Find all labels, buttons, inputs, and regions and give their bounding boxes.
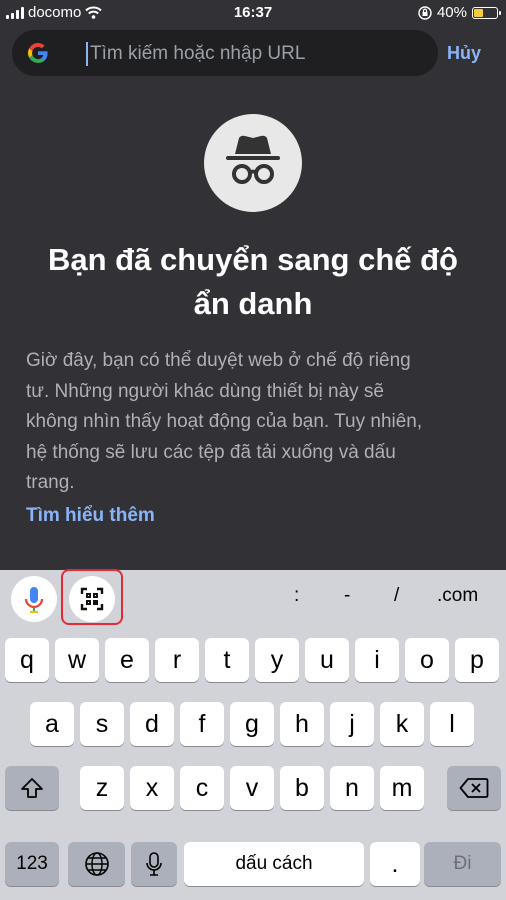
key-e[interactable]: e: [105, 638, 149, 682]
suggestion-colon[interactable]: :: [294, 585, 299, 607]
description-line: hệ thống sẽ lưu các tệp đã tải xuống và …: [26, 441, 396, 463]
key-i[interactable]: i: [355, 638, 399, 682]
search-input[interactable]: Tìm kiếm hoặc nhập URL: [90, 43, 305, 65]
key-u[interactable]: u: [305, 638, 349, 682]
battery-info: 40%: [418, 4, 501, 21]
key-x[interactable]: x: [130, 766, 174, 810]
google-logo-icon: [28, 42, 48, 64]
key-l[interactable]: l: [430, 702, 474, 746]
status-bar: docomo 16:37 40%: [0, 0, 506, 26]
suggestion-slash[interactable]: /: [394, 585, 399, 607]
description-line: tư. Những người khác dùng thiết bị này s…: [26, 380, 384, 402]
key-d[interactable]: d: [130, 702, 174, 746]
key-w[interactable]: w: [55, 638, 99, 682]
learn-more-link[interactable]: Tìm hiểu thêm: [26, 505, 155, 527]
shift-icon: [21, 778, 43, 798]
incognito-icon: [204, 114, 302, 212]
globe-key[interactable]: [68, 842, 125, 886]
globe-icon: [84, 852, 109, 876]
description-line: trang.: [26, 472, 75, 493]
shift-key[interactable]: [5, 766, 59, 810]
keyboard: : - / .com q w e r t y u i o p a s d f g…: [0, 569, 506, 900]
key-g[interactable]: g: [230, 702, 274, 746]
backspace-icon: [459, 778, 489, 798]
key-c[interactable]: c: [180, 766, 224, 810]
key-v[interactable]: v: [230, 766, 274, 810]
dictation-key[interactable]: [131, 842, 177, 886]
key-r[interactable]: r: [155, 638, 199, 682]
mic-icon: [24, 587, 44, 614]
qr-code-icon: [80, 587, 104, 611]
numbers-key[interactable]: 123: [5, 842, 59, 886]
qr-scanner-button[interactable]: [69, 576, 115, 622]
key-s[interactable]: s: [80, 702, 124, 746]
period-key[interactable]: .: [370, 842, 420, 886]
keyboard-accessory-bar: : - / .com: [0, 569, 506, 626]
text-cursor: [86, 42, 88, 66]
suggestion-dash[interactable]: -: [344, 585, 350, 607]
go-key[interactable]: Đi: [424, 842, 501, 886]
key-k[interactable]: k: [380, 702, 424, 746]
key-b[interactable]: b: [280, 766, 324, 810]
key-q[interactable]: q: [5, 638, 49, 682]
incognito-title: Bạn đã chuyển sang chế độ ẩn danh: [0, 238, 506, 326]
space-key[interactable]: dấu cách: [184, 842, 364, 886]
key-h[interactable]: h: [280, 702, 324, 746]
title-line: ẩn danh: [193, 286, 313, 321]
description-line: Giờ đây, bạn có thể duyệt web ở chế độ r…: [26, 350, 411, 371]
suggestion-dotcom[interactable]: .com: [437, 585, 478, 607]
key-j[interactable]: j: [330, 702, 374, 746]
key-m[interactable]: m: [380, 766, 424, 810]
key-a[interactable]: a: [30, 702, 74, 746]
battery-percent: 40%: [436, 4, 467, 21]
description-line: không nhìn thấy hoạt động của bạn. Tuy n…: [26, 411, 423, 432]
key-p[interactable]: p: [455, 638, 499, 682]
orientation-lock-icon: [418, 5, 432, 20]
key-o[interactable]: o: [405, 638, 449, 682]
omnibox[interactable]: Tìm kiếm hoặc nhập URL: [12, 30, 438, 76]
backspace-key[interactable]: [447, 766, 501, 810]
key-f[interactable]: f: [180, 702, 224, 746]
key-t[interactable]: t: [205, 638, 249, 682]
mic-icon: [146, 852, 162, 876]
voice-search-button[interactable]: [11, 576, 57, 622]
key-n[interactable]: n: [330, 766, 374, 810]
battery-icon: [472, 6, 501, 19]
incognito-description: Giờ đây, bạn có thể duyệt web ở chế độ r…: [26, 346, 486, 499]
title-line: Bạn đã chuyển sang chế độ: [48, 242, 458, 277]
cancel-button[interactable]: Hủy: [447, 43, 481, 64]
key-z[interactable]: z: [80, 766, 124, 810]
key-y[interactable]: y: [255, 638, 299, 682]
